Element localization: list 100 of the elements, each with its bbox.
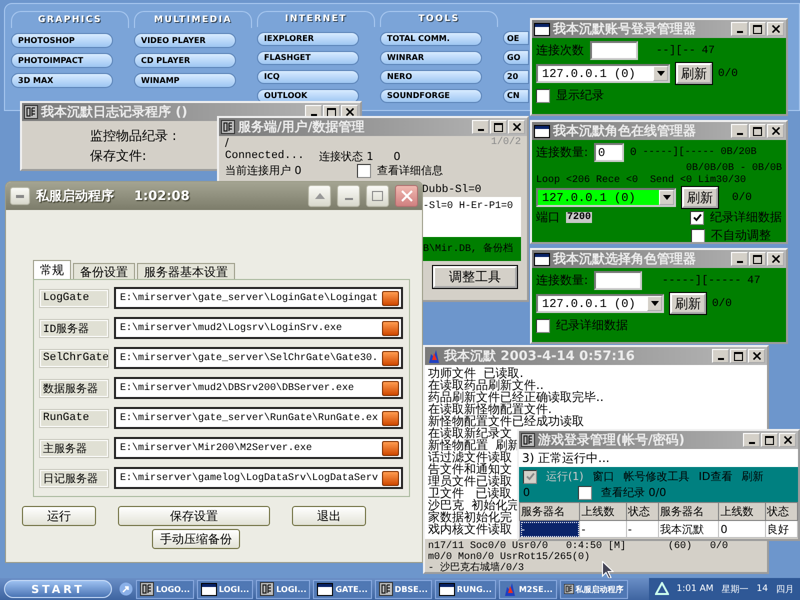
app-button[interactable]: CN xyxy=(503,88,529,103)
taskbar-button[interactable]: DBSE... xyxy=(374,580,432,598)
backup-button[interactable]: 手动压缩备份 xyxy=(152,529,240,549)
count-field[interactable]: 0 xyxy=(594,143,624,162)
tab[interactable]: 常规 xyxy=(33,260,71,279)
app-button[interactable]: OE xyxy=(503,31,529,46)
table-cell[interactable]: - xyxy=(580,520,626,538)
refresh-button[interactable]: 刷新 xyxy=(676,63,712,84)
checkbox[interactable] xyxy=(536,318,550,332)
path-field[interactable]: E:\mirserver\Mir200\M2Server.exe xyxy=(114,437,403,459)
browse-button[interactable] xyxy=(382,380,399,396)
maximize-icon xyxy=(765,436,774,444)
app-button[interactable]: IEXPLORER xyxy=(257,32,359,46)
tool-button[interactable]: 调整工具 xyxy=(433,266,517,288)
path-text: / xyxy=(225,136,229,149)
checkbox[interactable] xyxy=(357,164,371,178)
marker-text: -----][----- 0B/20B xyxy=(642,147,757,158)
app-button[interactable]: WINRAR xyxy=(380,50,482,65)
count-text: 0 xyxy=(630,146,637,158)
refresh-button[interactable]: 刷新 xyxy=(682,187,718,208)
app-button[interactable]: 3D MAX xyxy=(11,73,113,88)
column-header[interactable]: 上线数 xyxy=(718,502,766,520)
tab[interactable]: 备份设置 xyxy=(73,263,135,279)
checkbox-label: 查看纪录 0/0 xyxy=(601,485,666,500)
menu-item[interactable]: ID查看 xyxy=(698,469,732,484)
field-label: 监控物品纪录 : xyxy=(90,128,177,145)
roll-up-button[interactable] xyxy=(308,185,331,207)
tab[interactable]: 服务器基本设置 xyxy=(137,263,235,279)
taskbar-button[interactable]: 私服启动程序 xyxy=(560,580,628,598)
table-cell[interactable]: 我本沉默 xyxy=(658,520,719,538)
refresh-button[interactable]: 刷新 xyxy=(670,293,706,314)
count-field[interactable] xyxy=(590,41,638,60)
app-button[interactable]: TOTAL COMM. xyxy=(380,32,482,46)
browse-button[interactable] xyxy=(382,320,399,336)
app-button[interactable]: 20 xyxy=(503,70,529,84)
table-cell[interactable]: - xyxy=(626,520,658,538)
table-cell[interactable]: 良好 xyxy=(765,520,798,538)
path-field[interactable]: E:\mirserver\mud2\DBSrv200\DBServer.exe xyxy=(114,377,403,399)
app-button[interactable]: CD PLAYER xyxy=(134,53,236,68)
count-field[interactable] xyxy=(594,271,642,290)
app-button[interactable]: GO xyxy=(503,50,529,65)
path-field[interactable]: E:\mirserver\gate_server\LoginGate\Logingat xyxy=(114,287,403,309)
maximize-icon xyxy=(753,126,762,136)
table-cell[interactable]: 0 xyxy=(718,520,766,538)
menu-item[interactable]: 窗口 xyxy=(592,469,615,484)
taskbar-button[interactable]: LOGI... xyxy=(256,580,310,598)
app-button[interactable]: SOUNDFORGE xyxy=(380,88,482,104)
close-icon xyxy=(400,190,412,202)
app-button[interactable]: VIDEO PLAYER xyxy=(134,33,236,48)
action-button[interactable]: 保存设置 xyxy=(118,506,270,526)
taskbar-button[interactable]: M2SE... xyxy=(498,580,557,598)
path-field[interactable]: E:\mirserver\mud2\Logsrv\LoginSrv.exe xyxy=(114,317,403,339)
action-button[interactable]: 退出 xyxy=(292,506,366,526)
system-menu-button[interactable] xyxy=(10,187,30,205)
app-button[interactable]: FLASHGET xyxy=(257,50,359,65)
status-line: m0/0 Mon0/0 UsrRot15/265(0) xyxy=(428,552,590,563)
flame-icon xyxy=(427,348,441,364)
taskbar-button[interactable]: RUNG... xyxy=(434,580,496,598)
app-button[interactable]: NERO xyxy=(380,70,482,84)
app-button[interactable]: ICQ xyxy=(257,70,359,84)
taskbar-button[interactable]: LOGI... xyxy=(196,580,254,598)
browse-button[interactable] xyxy=(382,410,399,426)
address-dropdown[interactable]: 127.0.0.1 (0) xyxy=(536,294,664,313)
connection-state: 连接状态 1 xyxy=(319,150,374,163)
address-dropdown[interactable]: 127.0.0.1 (0) xyxy=(536,188,676,207)
app-button[interactable]: PHOTOIMPACT xyxy=(11,53,113,68)
checkbox[interactable] xyxy=(536,88,550,102)
checkbox[interactable] xyxy=(691,228,705,242)
address-dropdown[interactable]: 127.0.0.1 (0) xyxy=(536,64,670,83)
menu-item[interactable]: 帐号修改工具 xyxy=(624,469,690,484)
taskbar-button[interactable]: LOGO... xyxy=(136,580,194,598)
checkbox[interactable] xyxy=(578,486,592,500)
path-field[interactable]: E:\mirserver\gamelog\LogDataSrv\LogDataServ xyxy=(114,467,403,489)
path-field[interactable]: E:\mirserver\gate_server\RunGate\RunGate.ex xyxy=(114,407,403,429)
checkbox[interactable] xyxy=(690,210,704,224)
taskbar-button[interactable]: GATE... xyxy=(313,580,372,598)
column-header[interactable]: 服务器名 xyxy=(520,502,580,520)
counter-text: 1/0/2 xyxy=(490,136,521,149)
window-title: 私服启动程序 xyxy=(36,188,114,205)
column-header[interactable]: 状态 xyxy=(626,502,658,520)
browse-button[interactable] xyxy=(382,350,399,366)
browse-button[interactable] xyxy=(382,440,399,456)
field-label: 连接数量: xyxy=(536,272,588,289)
ratio-text: 0/0 xyxy=(732,192,752,204)
browse-button[interactable] xyxy=(382,290,399,306)
maximize-icon xyxy=(372,191,383,201)
emblem-icon xyxy=(140,582,154,596)
app-button[interactable]: PHOTOSHOP xyxy=(11,33,113,48)
column-header[interactable]: 上线数 xyxy=(580,502,626,520)
app-button[interactable]: WINAMP xyxy=(134,73,236,88)
browse-button[interactable] xyxy=(382,470,399,486)
count-text: 0 xyxy=(523,486,530,499)
path-field[interactable]: E:\mirserver\gate_server\SelChrGate\Gate30. xyxy=(114,347,403,369)
menu-item[interactable]: 刷新 xyxy=(741,469,764,484)
column-header[interactable]: 状态 xyxy=(765,502,798,520)
action-button[interactable]: 运行 xyxy=(22,506,96,526)
checkbox-label: 运行(1) xyxy=(546,469,584,484)
close-icon xyxy=(772,25,780,33)
log-line: 新怪物配置文件已经成功读取 xyxy=(428,415,584,427)
column-header[interactable]: 服务器名 xyxy=(658,502,719,520)
